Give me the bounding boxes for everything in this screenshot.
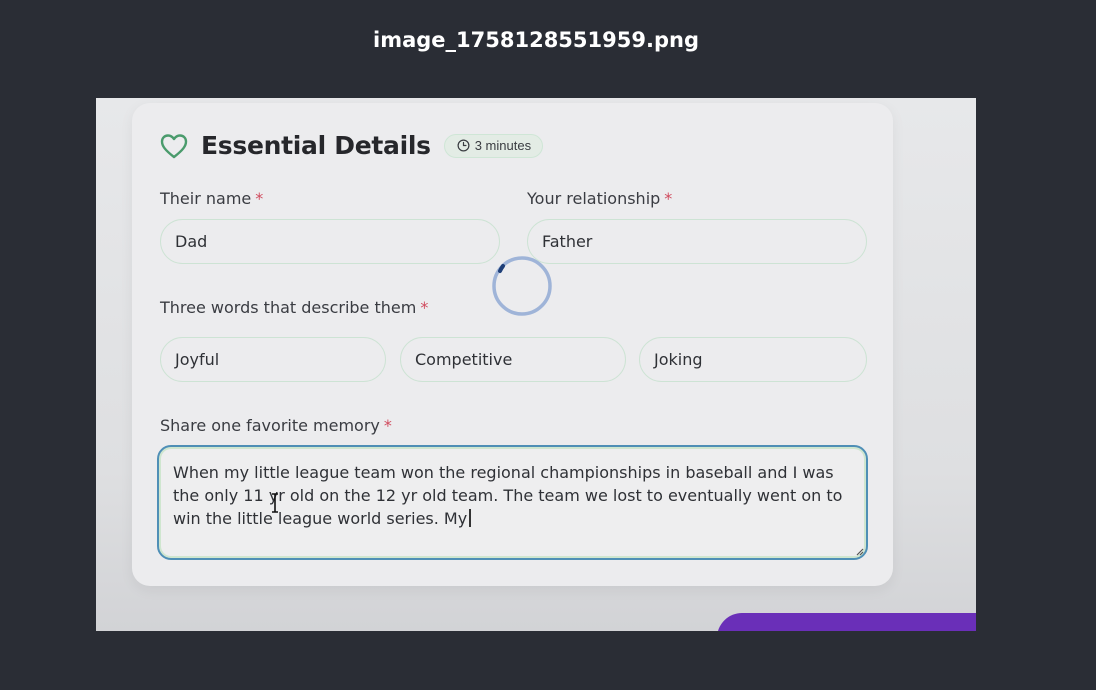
words-label-text: Three words that describe them <box>160 298 417 317</box>
name-label-text: Their name <box>160 189 252 208</box>
clock-icon <box>457 139 470 152</box>
time-badge-text: 3 minutes <box>474 138 532 153</box>
memory-label-text: Share one favorite memory <box>160 416 380 435</box>
heart-icon <box>160 133 188 158</box>
word-input-3[interactable]: Joking <box>639 337 867 382</box>
card-title: Essential Details <box>201 131 431 160</box>
words-label: Three words that describe them * <box>160 298 428 317</box>
memory-textarea[interactable]: When my little league team won the regio… <box>157 445 868 560</box>
word-input-1[interactable]: Joyful <box>160 337 386 382</box>
screenshot-frame: Essential Details 3 minutes Their name * … <box>96 98 976 631</box>
name-input[interactable]: Dad <box>160 219 500 264</box>
relationship-required-mark: * <box>664 189 673 208</box>
word-input-2[interactable]: Competitive <box>400 337 626 382</box>
relationship-input[interactable]: Father <box>527 219 867 264</box>
continue-button[interactable] <box>717 613 976 631</box>
relationship-label-text: Your relationship <box>527 189 661 208</box>
ibeam-cursor-icon <box>272 493 278 513</box>
memory-required-mark: * <box>383 416 392 435</box>
viewer-filename: image_1758128551959.png <box>373 28 699 52</box>
text-caret <box>469 509 471 527</box>
name-required-mark: * <box>255 189 264 208</box>
relationship-label: Your relationship * <box>527 189 672 208</box>
resize-handle-icon[interactable] <box>854 546 864 556</box>
memory-label: Share one favorite memory * <box>160 416 392 435</box>
time-badge: 3 minutes <box>443 133 544 158</box>
card-header: Essential Details 3 minutes <box>160 131 544 160</box>
words-required-mark: * <box>420 298 429 317</box>
spinner-icon <box>492 256 552 316</box>
name-label: Their name * <box>160 189 263 208</box>
